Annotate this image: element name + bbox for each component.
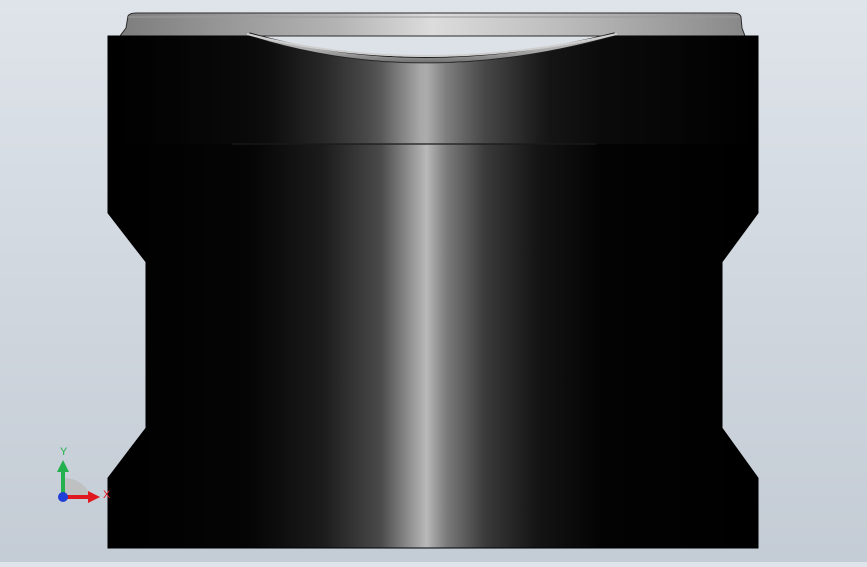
x-axis-arrow-head	[88, 491, 100, 503]
cad-graphics-viewport[interactable]: Y X	[0, 0, 867, 562]
x-axis-label: X	[103, 489, 111, 501]
y-axis-arrow-head	[57, 460, 69, 472]
model-canvas[interactable]: Y X	[0, 0, 867, 562]
piston-top-cap[interactable]	[119, 12, 746, 37]
coordinate-triad: Y X	[57, 446, 111, 503]
triad-plane-marker	[63, 477, 91, 497]
z-axis-origin-dot	[58, 492, 68, 502]
ring-land-band	[108, 36, 758, 144]
y-axis-label: Y	[60, 446, 68, 458]
